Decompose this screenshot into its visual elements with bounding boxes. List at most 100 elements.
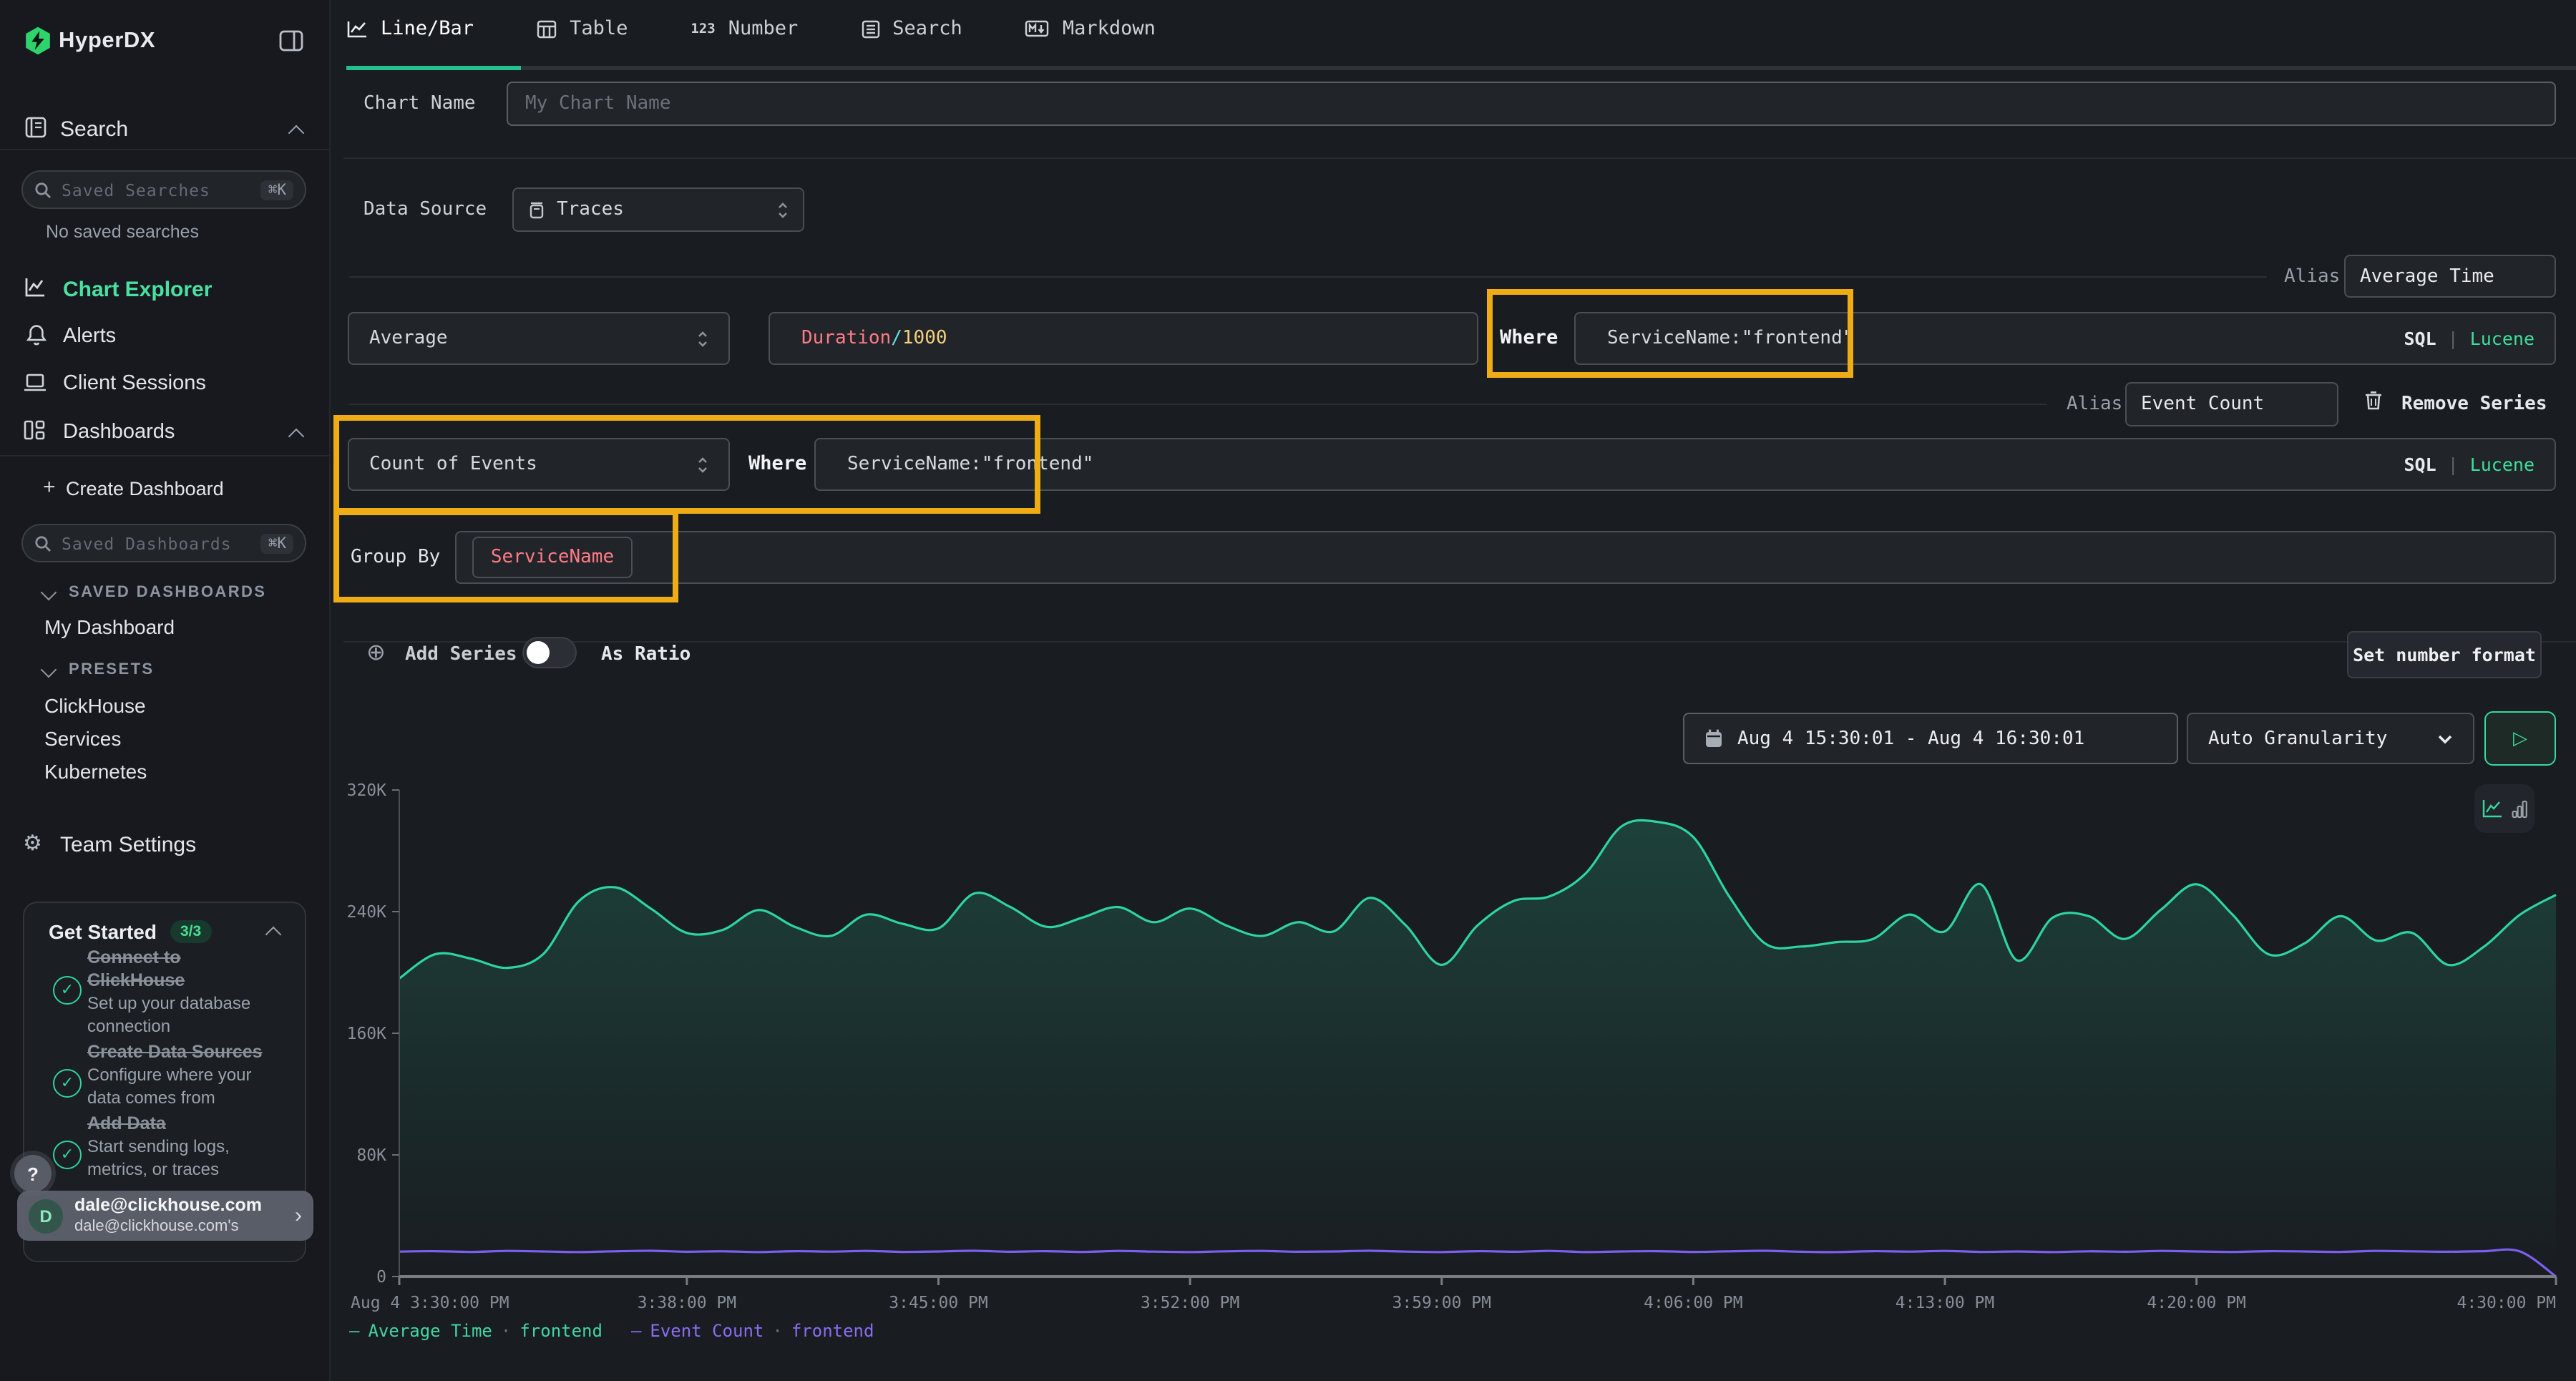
query-language-toggle[interactable]: SQL|Lucene — [2404, 454, 2555, 475]
run-query-button[interactable]: ▷ — [2484, 711, 2556, 766]
sidebar-divider — [0, 149, 329, 150]
line-chart-icon — [346, 19, 368, 38]
user-account-chip[interactable]: D dale@clickhouse.com dale@clickhouse.co… — [17, 1191, 313, 1241]
create-dashboard-button[interactable]: Create Dashboard — [66, 478, 224, 499]
saved-searches-input[interactable]: Saved Searches ⌘K — [21, 170, 306, 209]
x-tick-label: 3:45:00 PM — [889, 1294, 987, 1312]
series2-alias-input[interactable]: Event Count — [2125, 382, 2338, 426]
updown-chevrons-icon — [697, 328, 708, 348]
play-icon: ▷ — [2513, 728, 2527, 749]
sidebar-divider — [0, 455, 329, 457]
no-saved-searches-text: No saved searches — [46, 222, 199, 242]
collapse-sidebar-icon[interactable] — [279, 30, 303, 57]
chevron-down-icon[interactable] — [41, 585, 57, 601]
sidebar-item-alerts[interactable]: Alerts — [63, 325, 116, 348]
chart-legend: —Average Time·frontend —Event Count·front… — [349, 1321, 874, 1341]
y-tick-label: 320K — [347, 781, 387, 800]
field-token: Duration — [801, 328, 891, 349]
tab-table[interactable]: Table — [537, 17, 628, 40]
sidebar-item-my-dashboard[interactable]: My Dashboard — [44, 615, 175, 638]
remove-series-button[interactable]: Remove Series — [2401, 394, 2547, 415]
shortcut-badge: ⌘K — [261, 180, 293, 200]
tab-line-bar[interactable]: Line/Bar — [346, 17, 474, 40]
saved-dashboards-header[interactable]: SAVED DASHBOARDS — [69, 584, 266, 601]
as-ratio-label: As Ratio — [601, 644, 691, 665]
sidebar-item-dashboards[interactable]: Dashboards — [63, 421, 175, 444]
alias-label: Alias — [2067, 394, 2122, 415]
operator-token: / — [891, 328, 902, 349]
chart-type-tabbar: Line/Bar Table 123 Number Search Markdow… — [346, 17, 1156, 40]
number-123-icon: 123 — [691, 21, 715, 36]
tab-underline-active — [346, 66, 521, 70]
y-tick-label: 0 — [376, 1268, 386, 1287]
plus-icon: + — [43, 475, 56, 499]
series1-value-expression-input[interactable]: Duration/1000 — [769, 312, 1478, 365]
chart-name-label: Chart Name — [364, 93, 476, 114]
legend-item[interactable]: —Average Time·frontend — [349, 1321, 602, 1341]
chevron-down-icon[interactable] — [41, 662, 57, 678]
chevron-up-icon[interactable] — [265, 927, 282, 943]
set-number-format-button[interactable]: Set number format — [2347, 631, 2542, 678]
get-started-title: Get Started — [49, 920, 157, 943]
x-tick-label: 4:30:00 PM — [2457, 1294, 2556, 1312]
series1-alias-input[interactable]: Average Time — [2344, 255, 2556, 298]
sidebar-item-kubernetes[interactable]: Kubernetes — [44, 760, 147, 783]
data-source-value: Traces — [557, 199, 624, 220]
chevron-up-icon[interactable] — [288, 429, 305, 445]
sidebar-item-clickhouse[interactable]: ClickHouse — [44, 694, 146, 717]
annotation-highlight-series-2 — [333, 415, 1040, 514]
add-series-plus-icon[interactable]: ⊕ — [366, 638, 386, 665]
chevron-up-icon[interactable] — [288, 125, 305, 142]
tab-underline-track — [346, 66, 2576, 70]
presets-header[interactable]: PRESETS — [69, 661, 155, 678]
saved-dashboards-placeholder: Saved Dashboards — [62, 533, 261, 553]
saved-dashboards-input[interactable]: Saved Dashboards ⌘K — [21, 524, 306, 562]
app-title: HyperDX — [59, 29, 155, 54]
get-started-item-desc: Set up your databaseconnection — [87, 993, 302, 1038]
tab-search[interactable]: Search — [861, 17, 962, 40]
get-started-item-title[interactable]: Connect toClickHouse — [87, 946, 302, 992]
table-icon — [537, 19, 557, 38]
legend-item[interactable]: —Event Count·frontend — [631, 1321, 874, 1341]
hyperdx-logo-icon — [23, 26, 53, 62]
dashboards-icon — [23, 419, 46, 446]
sidebar: HyperDX Search Saved Searches ⌘K No save… — [0, 0, 331, 1381]
group-by-input[interactable] — [455, 531, 2556, 584]
x-tick-label: 3:59:00 PM — [1392, 1294, 1491, 1312]
x-tick-label: 3:52:00 PM — [1141, 1294, 1239, 1312]
get-started-item-title[interactable]: Add Data — [87, 1112, 305, 1135]
granularity-select[interactable]: Auto Granularity — [2187, 713, 2474, 764]
date-range-input[interactable]: Aug 4 15:30:01 - Aug 4 16:30:01 — [1683, 713, 2178, 764]
client-sessions-icon — [23, 372, 47, 399]
chart-name-input[interactable]: My Chart Name — [507, 82, 2556, 126]
query-language-toggle[interactable]: SQL|Lucene — [2404, 328, 2555, 349]
trash-icon[interactable] — [2364, 389, 2383, 416]
series2-where-input[interactable]: ServiceName:"frontend" SQL|Lucene — [814, 438, 2556, 491]
timeseries-chart[interactable]: 080K160K240K320KAug 4 3:30:00 PM3:38:00 … — [329, 773, 2576, 1345]
add-series-button[interactable]: Add Series — [405, 644, 517, 665]
alias-divider — [349, 276, 2267, 278]
series1-aggregation-select[interactable]: Average — [348, 312, 730, 365]
avatar: D — [29, 1199, 63, 1233]
markdown-icon — [1025, 20, 1050, 37]
annotation-highlight-where-1 — [1487, 289, 1853, 378]
get-started-item-desc: Configure where yourdata comes from — [87, 1065, 302, 1109]
sidebar-item-client-sessions[interactable]: Client Sessions — [63, 372, 206, 395]
help-button[interactable]: ? — [14, 1155, 52, 1192]
sidebar-item-team-settings[interactable]: Team Settings — [60, 833, 196, 857]
data-source-select[interactable]: Traces — [512, 187, 804, 232]
check-circle-icon: ✓ — [53, 1141, 82, 1169]
saved-searches-placeholder: Saved Searches — [62, 180, 261, 200]
x-tick-label: 4:13:00 PM — [1896, 1294, 1994, 1312]
tab-markdown[interactable]: Markdown — [1025, 17, 1156, 40]
data-source-label: Data Source — [364, 199, 487, 220]
sidebar-item-services[interactable]: Services — [44, 727, 121, 750]
check-circle-icon: ✓ — [53, 1069, 82, 1098]
as-ratio-toggle[interactable] — [522, 637, 577, 668]
search-icon — [34, 181, 52, 198]
x-tick-label: 4:06:00 PM — [1644, 1294, 1742, 1312]
sidebar-item-chart-explorer[interactable]: Chart Explorer — [63, 278, 212, 302]
tab-number[interactable]: 123 Number — [691, 17, 798, 40]
sidebar-item-search[interactable]: Search — [60, 117, 128, 142]
get-started-item-title[interactable]: Create Data Sources — [87, 1040, 305, 1063]
